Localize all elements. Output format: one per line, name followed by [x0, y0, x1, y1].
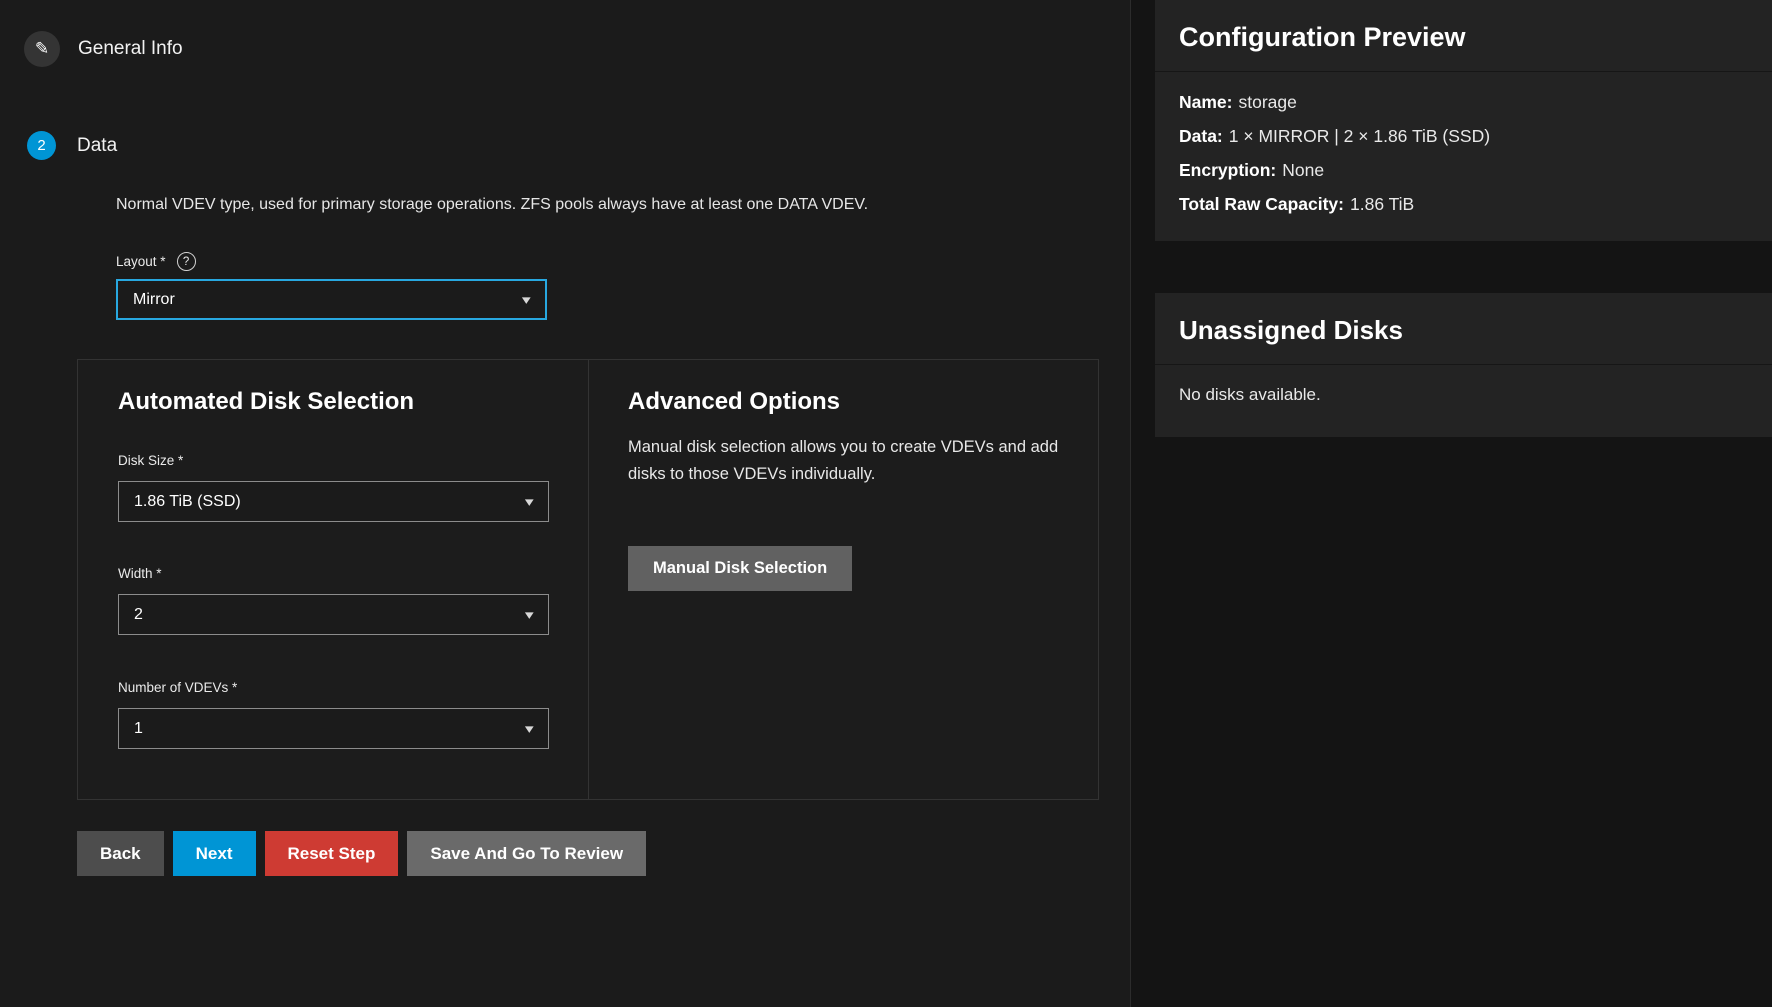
advanced-options-description: Manual disk selection allows you to crea… — [628, 434, 1068, 488]
vdev-count-select-value: 1 — [134, 720, 143, 738]
config-row-data-label: Data: — [1179, 126, 1223, 146]
reset-step-button[interactable]: Reset Step — [265, 831, 399, 876]
unassigned-disks-title: Unassigned Disks — [1179, 315, 1403, 345]
layout-field-label-row: Layout * ? — [116, 252, 196, 271]
config-row-capacity: Total Raw Capacity: 1.86 TiB — [1179, 194, 1748, 215]
chevron-down-icon: ▾ — [525, 494, 534, 510]
chevron-down-icon: ▾ — [522, 292, 531, 308]
stepper-step-data[interactable]: 2 Data — [27, 131, 117, 160]
disk-size-label: Disk Size * — [118, 453, 183, 468]
help-glyph: ? — [183, 256, 189, 268]
next-button[interactable]: Next — [173, 831, 256, 876]
help-icon[interactable]: ? — [177, 252, 196, 271]
config-row-name-value: storage — [1239, 92, 1297, 112]
panel-column-divider — [588, 360, 589, 799]
config-row-encryption-value: None — [1282, 160, 1324, 180]
unassigned-disks-body: No disks available. — [1155, 365, 1772, 437]
step-number: 2 — [37, 137, 45, 154]
sidebar: Configuration Preview Name: storage Data:… — [1131, 0, 1772, 1007]
config-row-data: Data: 1 × MIRROR | 2 × 1.86 TiB (SSD) — [1179, 126, 1748, 147]
chevron-down-icon: ▾ — [525, 607, 534, 623]
advanced-options-title: Advanced Options — [628, 388, 840, 416]
config-row-capacity-label: Total Raw Capacity: — [1179, 194, 1344, 214]
manual-disk-selection-button[interactable]: Manual Disk Selection — [628, 546, 852, 591]
automated-disk-selection-title: Automated Disk Selection — [118, 388, 414, 416]
save-review-button[interactable]: Save And Go To Review — [407, 831, 646, 876]
config-row-data-value: 1 × MIRROR | 2 × 1.86 TiB (SSD) — [1229, 126, 1490, 146]
step-data-label: Data — [77, 135, 117, 157]
vdev-count-select[interactable]: 1 ▾ — [118, 708, 549, 749]
pool-creation-wizard: ✎ General Info 2 Data Normal VDEV type, … — [0, 0, 1772, 1007]
back-button[interactable]: Back — [77, 831, 164, 876]
config-row-encryption-label: Encryption: — [1179, 160, 1276, 180]
disk-selection-panel: Automated Disk Selection Disk Size * 1.8… — [77, 359, 1099, 800]
layout-select-value: Mirror — [133, 291, 175, 309]
disk-size-select-value: 1.86 TiB (SSD) — [134, 493, 241, 511]
configuration-preview-card: Configuration Preview Name: storage Data:… — [1155, 0, 1772, 241]
configuration-preview-body: Name: storage Data: 1 × MIRROR | 2 × 1.86 … — [1155, 72, 1772, 241]
step-action-buttons: Back Next Reset Step Save And Go To Revi… — [77, 831, 646, 876]
step-general-info-label: General Info — [78, 38, 183, 60]
data-vdev-description: Normal VDEV type, used for primary stora… — [116, 196, 868, 214]
configuration-preview-title: Configuration Preview — [1179, 22, 1466, 52]
width-label: Width * — [118, 566, 162, 581]
config-row-encryption: Encryption: None — [1179, 160, 1748, 181]
configuration-preview-header: Configuration Preview — [1155, 0, 1772, 72]
vdev-count-label: Number of VDEVs * — [118, 680, 237, 695]
step-number-badge: 2 — [27, 131, 56, 160]
width-select[interactable]: 2 ▾ — [118, 594, 549, 635]
stepper-step-general-info[interactable]: ✎ General Info — [24, 31, 183, 67]
width-select-value: 2 — [134, 606, 143, 624]
layout-select[interactable]: Mirror ▾ — [116, 279, 547, 320]
chevron-down-icon: ▾ — [525, 721, 534, 737]
unassigned-disks-header: Unassigned Disks — [1155, 293, 1772, 365]
disk-size-select[interactable]: 1.86 TiB (SSD) ▾ — [118, 481, 549, 522]
pencil-icon: ✎ — [24, 31, 60, 67]
unassigned-disks-card: Unassigned Disks No disks available. — [1155, 293, 1772, 437]
pencil-glyph: ✎ — [35, 39, 49, 59]
unassigned-disks-empty-text: No disks available. — [1179, 385, 1748, 413]
config-row-capacity-value: 1.86 TiB — [1350, 194, 1414, 214]
config-row-name: Name: storage — [1179, 92, 1748, 113]
layout-label: Layout * — [116, 254, 166, 269]
config-row-name-label: Name: — [1179, 92, 1233, 112]
wizard-main-area: ✎ General Info 2 Data Normal VDEV type, … — [0, 0, 1131, 1007]
